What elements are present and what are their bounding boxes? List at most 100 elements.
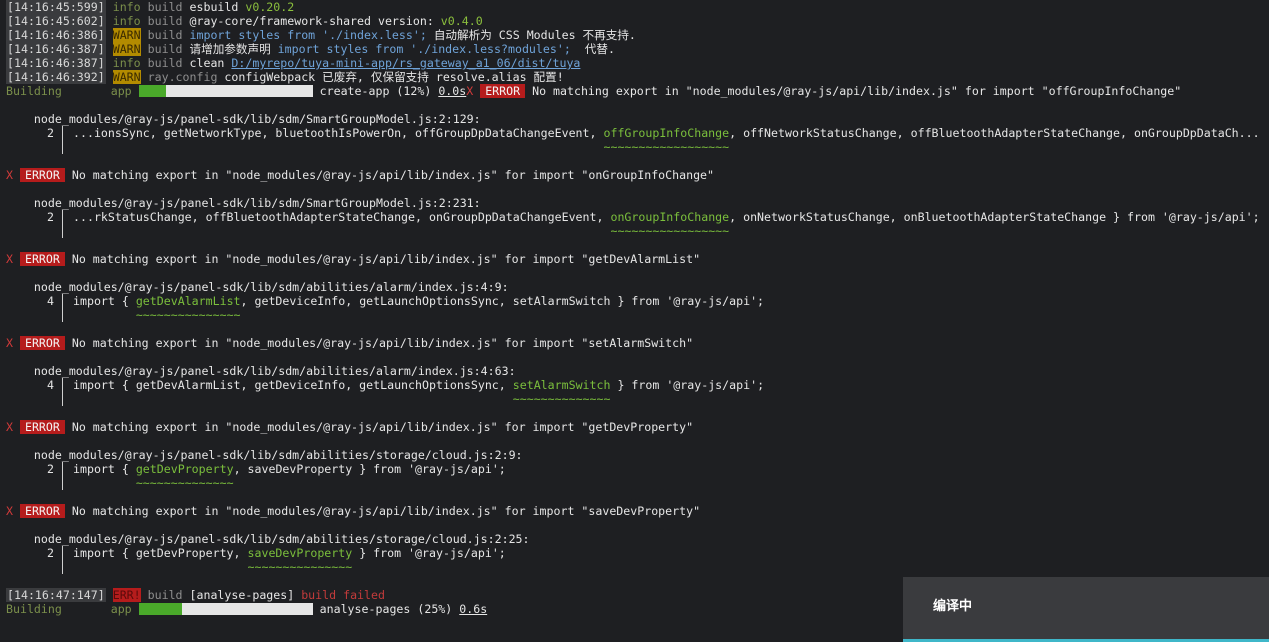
version-text: v0.4.0: [440, 14, 483, 28]
error-message: No matching export in "node_modules/@ray…: [71, 252, 701, 266]
log-message: esbuild: [189, 0, 246, 14]
code-text: , saveDevProperty } from '@ray-js/api';: [233, 462, 506, 476]
elapsed-time: 0.0s: [438, 84, 467, 98]
log-category: build: [147, 588, 183, 602]
task-label: create-app (12%): [319, 84, 432, 98]
building-label: Building: [6, 84, 62, 98]
code-text: import { getDevAlarmList, getDeviceInfo,…: [73, 378, 513, 392]
log-message: 请增加参数声明: [189, 42, 278, 56]
timestamp: [14:16:46:387]: [6, 42, 106, 56]
code-text: } from '@ray-js/api';: [610, 378, 765, 392]
error-file: node_modules/@ray-js/panel-sdk/lib/sdm/a…: [6, 448, 1269, 462]
timestamp: [14:16:46:386]: [6, 28, 106, 42]
error-x-icon: X: [6, 252, 13, 266]
path-link[interactable]: D:/myrepo/tuya-mini-app/rs_gateway_a1_06…: [231, 56, 580, 70]
failure-text: build failed: [301, 588, 385, 602]
timestamp: [14:16:46:387]: [6, 56, 106, 70]
tilde-line: ~~~~~~~~~~~~~~~: [6, 308, 1269, 322]
error-badge: ERROR: [19, 252, 65, 266]
compiling-toast[interactable]: 编译中: [903, 577, 1269, 642]
code-line: 4 import { getDevAlarmList, getDeviceInfo…: [6, 294, 1269, 308]
version-text: v0.20.2: [245, 0, 295, 14]
highlighted-symbol: getDevProperty: [135, 462, 234, 476]
log-level: WARN: [112, 70, 141, 84]
app-label: app: [110, 602, 132, 616]
log-message: [analyse-pages]: [189, 588, 302, 602]
gutter: [62, 210, 67, 224]
log-message: 代替.: [570, 42, 615, 56]
tilde-line: ~~~~~~~~~~~~~~~~~~: [6, 140, 1269, 154]
file-location: node_modules/@ray-js/panel-sdk/lib/sdm/a…: [33, 532, 530, 546]
code-text: , getDeviceInfo, getLaunchOptionsSync, s…: [240, 294, 765, 308]
log-category: build: [147, 14, 183, 28]
error-file: node_modules/@ray-js/panel-sdk/lib/sdm/S…: [6, 112, 1269, 126]
timestamp: [14:16:46:392]: [6, 70, 106, 84]
tilde-line: ~~~~~~~~~~~~~~: [6, 476, 1269, 490]
log-level: ERR!: [112, 588, 141, 602]
error-header: X ERROR No matching export in "node_modu…: [6, 336, 1269, 350]
log-category: build: [147, 0, 183, 14]
error-badge: ERROR: [19, 168, 65, 182]
error-header: X ERROR No matching export in "node_modu…: [6, 504, 1269, 518]
gutter: [62, 294, 67, 308]
error-message: No matching export in "node_modules/@ray…: [71, 504, 701, 518]
gutter: [62, 378, 67, 392]
log-level: info: [112, 14, 141, 28]
file-location: node_modules/@ray-js/panel-sdk/lib/sdm/S…: [33, 196, 481, 210]
underline-marker: ~~~~~~~~~~~~~~: [512, 392, 611, 406]
log-level: info: [112, 0, 141, 14]
error-header: X ERROR No matching export in "node_modu…: [6, 168, 1269, 182]
log-line: [14:16:46:387] WARN build 请增加参数声明 import…: [6, 42, 1269, 56]
code-snippet: import styles from './index.less';: [189, 28, 427, 42]
code-line: 2 import { getDevProperty, saveDevPropert…: [6, 546, 1269, 560]
timestamp: [14:16:47:147]: [6, 588, 106, 602]
code-text: , offNetworkStatusChange, offBluetoothAd…: [729, 126, 1260, 140]
app-label: app: [110, 84, 132, 98]
file-location: node_modules/@ray-js/panel-sdk/lib/sdm/a…: [33, 280, 509, 294]
terminal-output: [14:16:45:599] info build esbuild v0.20.…: [6, 0, 1269, 616]
log-message: configWebpack 已废弃, 仅保留支持 resolve.alias 配…: [224, 70, 564, 84]
underline-marker: ~~~~~~~~~~~~~~~~~: [610, 224, 730, 238]
code-text: ...rkStatusChange, offBluetoothAdapterSt…: [73, 210, 611, 224]
highlighted-symbol: getDevAlarmList: [135, 294, 241, 308]
error-badge: ERROR: [19, 420, 65, 434]
log-category: build: [147, 56, 183, 70]
task-label: analyse-pages (25%): [319, 602, 453, 616]
code-text: import {: [73, 462, 136, 476]
code-line: 2 ...rkStatusChange, offBluetoothAdapterS…: [6, 210, 1269, 224]
gutter: [62, 126, 67, 140]
timestamp: [14:16:45:602]: [6, 14, 106, 28]
error-x-icon: X: [6, 504, 13, 518]
code-line: 2 import { getDevProperty, saveDevPropert…: [6, 462, 1269, 476]
progress-fill: [138, 85, 167, 97]
error-x-icon: X: [6, 420, 13, 434]
file-location: node_modules/@ray-js/panel-sdk/lib/sdm/S…: [33, 112, 481, 126]
error-file: node_modules/@ray-js/panel-sdk/lib/sdm/a…: [6, 280, 1269, 294]
error-x-icon: X: [466, 84, 474, 98]
log-category: build: [147, 42, 183, 56]
error-file: node_modules/@ray-js/panel-sdk/lib/sdm/a…: [6, 364, 1269, 378]
gutter: [62, 462, 67, 476]
error-x-icon: X: [6, 168, 13, 182]
log-category: build: [147, 28, 183, 42]
highlighted-symbol: onGroupInfoChange: [610, 210, 730, 224]
highlighted-symbol: saveDevProperty: [247, 546, 353, 560]
error-header: X ERROR No matching export in "node_modu…: [6, 252, 1269, 266]
file-location: node_modules/@ray-js/panel-sdk/lib/sdm/a…: [33, 364, 516, 378]
tilde-line: ~~~~~~~~~~~~~~~: [6, 560, 1269, 574]
code-text: } from '@ray-js/api';: [352, 546, 506, 560]
code-text: import { getDevProperty,: [73, 546, 248, 560]
log-level: WARN: [112, 42, 141, 56]
elapsed-time: 0.6s: [459, 602, 488, 616]
underline-marker: ~~~~~~~~~~~~~~: [135, 476, 234, 490]
error-badge: ERROR: [19, 336, 65, 350]
building-label: Building: [6, 602, 62, 616]
log-line: [14:16:45:602] info build @ray-core/fram…: [6, 14, 1269, 28]
highlighted-symbol: offGroupInfoChange: [603, 126, 730, 140]
toast-label: 编译中: [933, 599, 973, 614]
line-number: 2: [47, 462, 54, 476]
log-line: [14:16:46:392] WARN ray.config configWeb…: [6, 70, 1269, 84]
underline-marker: ~~~~~~~~~~~~~~~: [135, 308, 241, 322]
error-file: node_modules/@ray-js/panel-sdk/lib/sdm/S…: [6, 196, 1269, 210]
error-x-icon: X: [6, 336, 13, 350]
